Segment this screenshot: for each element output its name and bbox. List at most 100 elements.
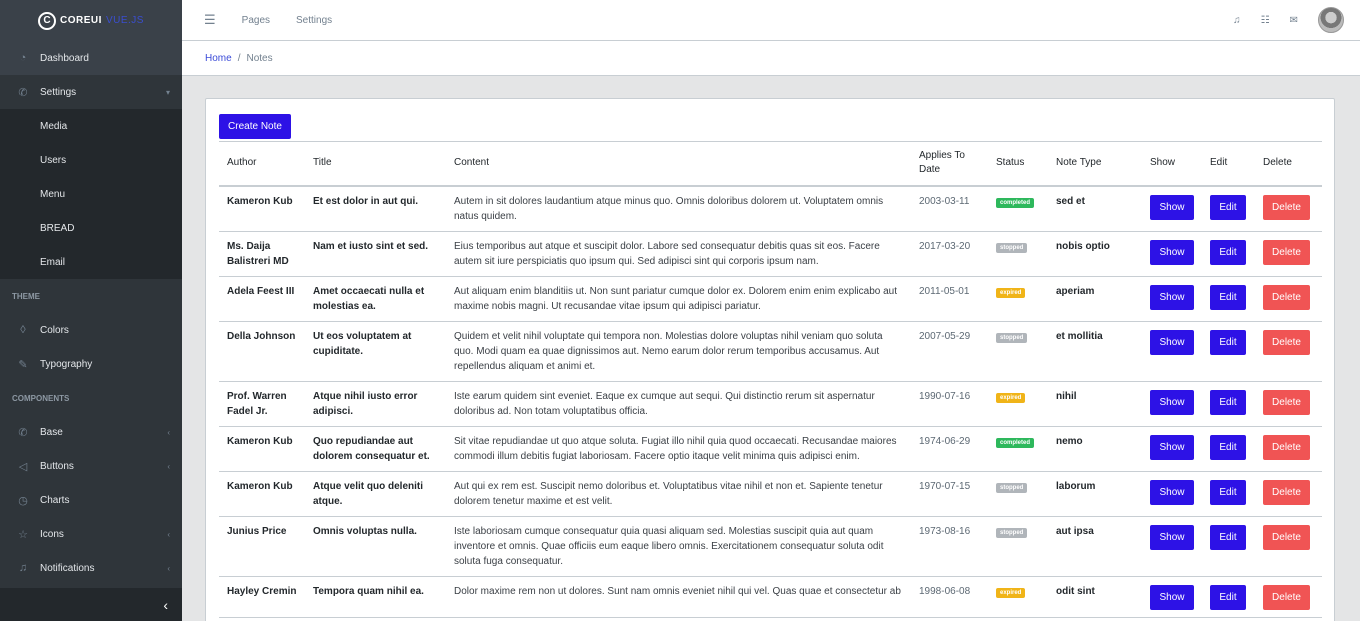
edit-button[interactable]: Edit	[1210, 239, 1246, 265]
status-cell: stopped	[988, 516, 1048, 577]
sidebar-item-buttons[interactable]: ◁ Buttons ‹	[0, 449, 182, 483]
edit-button-cell: Edit	[1202, 276, 1255, 322]
brand-logo[interactable]: C COREUI VUE.JS	[0, 0, 182, 41]
show-button[interactable]: Show	[1150, 389, 1194, 415]
title-cell: Atque velit quo deleniti atque.	[305, 471, 446, 517]
sidebar-item-icons[interactable]: ☆ Icons ‹	[0, 517, 182, 551]
status-cell: stopped	[988, 321, 1048, 382]
column-header-title: Title	[305, 141, 446, 187]
delete-button[interactable]: Delete	[1263, 284, 1310, 310]
show-button[interactable]: Show	[1150, 329, 1194, 355]
chevron-icon: ‹	[167, 529, 170, 539]
delete-button[interactable]: Delete	[1263, 434, 1310, 460]
sidebar-item-users[interactable]: Users	[0, 143, 182, 177]
puzzle-icon: ✆	[18, 86, 28, 99]
delete-button-cell: Delete	[1255, 276, 1322, 322]
edit-button-cell: Edit	[1202, 426, 1255, 472]
column-header-content: Content	[446, 141, 911, 187]
list-icon[interactable]: ☷	[1261, 15, 1270, 26]
delete-button[interactable]: Delete	[1263, 389, 1310, 415]
chevron-icon: ‹	[167, 427, 170, 437]
sidebar-item-label: Icons	[40, 528, 64, 540]
show-button[interactable]: Show	[1150, 434, 1194, 460]
breadcrumb-separator: /	[237, 52, 241, 64]
table-row: Prof. Warren Fadel Jr. Atque nihil iusto …	[219, 381, 1322, 427]
header-link-pages[interactable]: Pages	[242, 15, 270, 26]
show-button-cell: Show	[1142, 471, 1202, 517]
title-cell: Atque nihil iusto error adipisci.	[305, 381, 446, 427]
sidebar-item-media[interactable]: Media	[0, 109, 182, 143]
delete-button-cell: Delete	[1255, 426, 1322, 472]
hamburger-menu-icon[interactable]: ☰	[204, 12, 216, 28]
delete-button-cell: Delete	[1255, 185, 1322, 232]
show-button[interactable]: Show	[1150, 524, 1194, 550]
show-button[interactable]: Show	[1150, 194, 1194, 220]
delete-button[interactable]: Delete	[1263, 239, 1310, 265]
table-row: Adela Feest III Amet occaecati nulla et m…	[219, 276, 1322, 322]
sidebar-item-label: Menu	[40, 188, 66, 200]
edit-button[interactable]: Edit	[1210, 479, 1246, 505]
sidebar-item-colors[interactable]: ◊ Colors	[0, 313, 182, 347]
edit-button[interactable]: Edit	[1210, 284, 1246, 310]
author-cell: Della Johnson	[219, 321, 305, 382]
show-button[interactable]: Show	[1150, 239, 1194, 265]
content-cell: Quidem et velit nihil voluptate qui temp…	[446, 321, 911, 382]
show-button[interactable]: Show	[1150, 479, 1194, 505]
sidebar-item-settings[interactable]: ✆ Settings ▾	[0, 75, 182, 109]
sidebar-item-notifications[interactable]: ♫ Notifications ‹	[0, 551, 182, 585]
title-cell: Quo repudiandae aut dolorem consequatur …	[305, 426, 446, 472]
header-link-settings[interactable]: Settings	[296, 15, 332, 26]
title-cell: Omnis voluptas nulla.	[305, 516, 446, 577]
edit-button[interactable]: Edit	[1210, 389, 1246, 415]
delete-button[interactable]: Delete	[1263, 524, 1310, 550]
cursor-icon: ◁	[18, 460, 28, 473]
sidebar-item-menu[interactable]: Menu	[0, 177, 182, 211]
sidebar-item-email[interactable]: Email	[0, 245, 182, 279]
delete-button[interactable]: Delete	[1263, 194, 1310, 220]
status-badge: completed	[996, 437, 1035, 448]
bell-icon[interactable]: ♫	[1233, 15, 1241, 26]
sidebar-item-label: Users	[40, 154, 67, 166]
sidebar-item-label: Base	[40, 426, 63, 438]
sidebar-minimizer[interactable]: ‹	[0, 588, 182, 621]
delete-button-cell: Delete	[1255, 516, 1322, 577]
show-button[interactable]: Show	[1150, 284, 1194, 310]
show-button[interactable]: Show	[1150, 584, 1194, 610]
edit-button[interactable]: Edit	[1210, 584, 1246, 610]
sidebar-item-charts[interactable]: ◷ Charts	[0, 483, 182, 517]
sidebar-item-label: BREAD	[40, 222, 75, 234]
content-cell: Aut qui ex rem est. Suscipit nemo dolori…	[446, 471, 911, 517]
table-row: Kameron Kub Atque velit quo deleniti atqu…	[219, 471, 1322, 517]
delete-button[interactable]: Delete	[1263, 479, 1310, 505]
sidebar-item-label: Settings	[40, 86, 77, 98]
edit-button[interactable]: Edit	[1210, 329, 1246, 355]
date-cell: 2003-03-11	[911, 185, 988, 232]
sidebar-item-base[interactable]: ✆ Base ‹	[0, 415, 182, 449]
sidebar-item-bread[interactable]: BREAD	[0, 211, 182, 245]
star-icon: ☆	[18, 528, 28, 541]
delete-button[interactable]: Delete	[1263, 329, 1310, 355]
avatar[interactable]	[1318, 7, 1344, 33]
edit-button[interactable]: Edit	[1210, 434, 1246, 460]
brand-name: COREUI	[60, 15, 102, 26]
create-note-button[interactable]: Create Note	[219, 114, 291, 139]
pie-chart-icon: ◷	[18, 494, 28, 507]
envelope-icon[interactable]: ✉	[1290, 15, 1298, 26]
status-badge: expired	[996, 587, 1026, 598]
edit-button[interactable]: Edit	[1210, 194, 1246, 220]
breadcrumb-home[interactable]: Home	[205, 53, 232, 64]
edit-button-cell: Edit	[1202, 576, 1255, 618]
date-cell: 1998-06-08	[911, 576, 988, 618]
sidebar-item-dashboard[interactable]: ◔ Dashboard	[0, 41, 182, 75]
delete-button[interactable]: Delete	[1263, 584, 1310, 610]
edit-button[interactable]: Edit	[1210, 524, 1246, 550]
sidebar-nav: ◔ Dashboard ✆ Settings ▾ Media Users Menu BREAD E…	[0, 41, 182, 585]
drop-icon: ◊	[20, 324, 26, 336]
status-cell: stopped	[988, 231, 1048, 277]
delete-button-cell: Delete	[1255, 471, 1322, 517]
sidebar-item-typography[interactable]: ✎ Typography	[0, 347, 182, 381]
table-row: Kameron Kub Et est dolor in aut qui. Autem…	[219, 185, 1322, 232]
date-cell: 1973-08-16	[911, 516, 988, 577]
notes-table: Author Title Content Applies To Date Status N…	[219, 141, 1322, 618]
note-type-cell: aut ipsa	[1048, 516, 1142, 577]
